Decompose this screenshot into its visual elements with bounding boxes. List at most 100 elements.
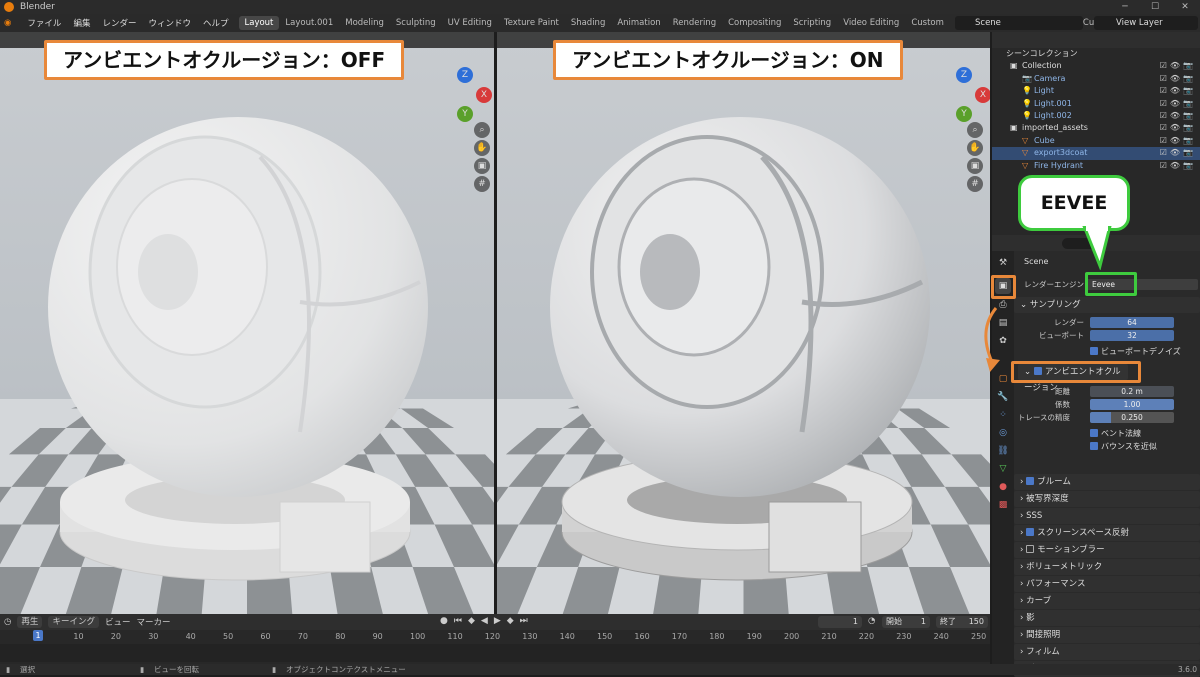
visibility-toggles-icon[interactable]: ☑👁📷 — [1160, 160, 1196, 172]
ao-trace-precision-field[interactable]: 0.250 — [1090, 412, 1174, 423]
outliner-row[interactable]: ▣ Collection ☑👁📷 — [992, 60, 1200, 72]
timeline-track[interactable]: 1 — [0, 630, 990, 662]
visibility-toggles-icon[interactable]: ☑👁📷 — [1160, 60, 1196, 72]
gizmo-z-icon[interactable]: Z — [457, 67, 473, 83]
outliner-row[interactable]: 💡 Light.001 ☑👁📷 — [992, 98, 1200, 110]
bent-normals-checkbox[interactable]: ベント法線 — [1090, 428, 1200, 439]
outliner-scene-collection[interactable]: シーンコレクション — [992, 48, 1200, 60]
particles-tab-icon[interactable]: ⁘ — [995, 407, 1011, 423]
maximize-button[interactable]: ☐ — [1140, 0, 1170, 14]
modifier-tab-icon[interactable]: 🔧 — [995, 389, 1011, 405]
visibility-toggles-icon[interactable]: ☑👁📷 — [1160, 147, 1196, 159]
jump-start-icon[interactable]: ⏮ — [454, 616, 462, 626]
menu-item[interactable]: ファイル — [21, 17, 67, 29]
workspace-tab[interactable]: Animation — [611, 16, 666, 30]
properties-panel-header[interactable]: › 間接照明 — [1014, 627, 1200, 643]
workspace-tab[interactable]: Scripting — [787, 16, 837, 30]
gizmo-z-icon[interactable]: Z — [956, 67, 972, 83]
bounce-approx-checkbox[interactable]: バウンスを近似 — [1090, 441, 1200, 452]
blender-menu-icon[interactable]: ◉ — [0, 18, 15, 28]
properties-panel-header[interactable]: › パフォーマンス — [1014, 576, 1200, 592]
clock-icon[interactable]: ◔ — [868, 616, 875, 626]
properties-panel-header[interactable]: › カーブ — [1014, 593, 1200, 609]
physics-tab-icon[interactable]: ◎ — [995, 425, 1011, 441]
workspace-tab[interactable]: Compositing — [722, 16, 787, 30]
next-key-icon[interactable]: ◆ — [507, 616, 514, 626]
panel-checkbox[interactable] — [1026, 545, 1035, 553]
outliner-row[interactable]: ▽ export3dcoat ☑👁📷 — [992, 147, 1200, 160]
properties-panel-header[interactable]: › スクリーンスペース反射 — [1014, 525, 1200, 541]
workspace-tab[interactable]: Layout.001 — [279, 16, 339, 30]
texture-tab-icon[interactable]: ▩ — [995, 497, 1011, 513]
current-frame-field[interactable]: 1 — [818, 616, 862, 628]
material-tab-icon[interactable]: ● — [995, 479, 1011, 495]
viewport-right[interactable]: アンビエントオクルージョン：ON Z X Y ⌕ ✋ ▣ # — [497, 32, 990, 614]
properties-panel-header[interactable]: › SSS — [1014, 508, 1200, 524]
outliner-row[interactable]: ▽ Cube ☑👁📷 — [992, 135, 1200, 147]
menu-item[interactable]: ヘルプ — [197, 17, 235, 29]
keying-menu[interactable]: キーイング — [48, 616, 99, 628]
zoom-icon[interactable]: ⌕ — [474, 122, 490, 138]
workspace-tab[interactable]: Modeling — [339, 16, 390, 30]
panel-checkbox[interactable] — [1026, 528, 1035, 536]
workspace-tab[interactable]: Layout — [238, 16, 280, 30]
timeline-view-menu[interactable]: ビュー — [105, 616, 131, 628]
visibility-toggles-icon[interactable]: ☑👁📷 — [1160, 73, 1196, 85]
constraints-tab-icon[interactable]: ⛓ — [995, 443, 1011, 459]
timeline-marker-menu[interactable]: マーカー — [136, 616, 170, 628]
playback-menu[interactable]: 再生 — [17, 616, 43, 628]
workspace-tab[interactable]: Video Editing — [837, 16, 905, 30]
sampling-viewport-field[interactable]: 32 — [1090, 330, 1174, 341]
play-reverse-icon[interactable]: ◀ — [481, 616, 488, 626]
ao-distance-field[interactable]: 0.2 m — [1090, 386, 1174, 397]
workspace-tab[interactable]: UV Editing — [442, 16, 498, 30]
workspace-tab[interactable]: Texture Paint — [498, 16, 565, 30]
minimize-button[interactable]: ─ — [1110, 0, 1140, 14]
play-icon[interactable]: ▶ — [494, 616, 501, 626]
sampling-render-field[interactable]: 64 — [1090, 317, 1174, 328]
data-tab-icon[interactable]: ▽ — [995, 461, 1011, 477]
view-layer-selector[interactable]: View Layer — [1094, 16, 1198, 30]
ao-factor-field[interactable]: 1.00 — [1090, 399, 1174, 410]
gizmo-y-icon[interactable]: Y — [457, 106, 473, 122]
properties-panel-header[interactable]: › 被写界深度 — [1014, 491, 1200, 507]
outliner-row[interactable]: 📷 Camera ☑👁📷 — [992, 73, 1200, 85]
visibility-toggles-icon[interactable]: ☑👁📷 — [1160, 122, 1196, 134]
outliner-row[interactable]: ▽ Fire Hydrant ☑👁📷 — [992, 160, 1200, 172]
grid-toggle-icon[interactable]: # — [967, 176, 983, 192]
end-frame-field[interactable]: 終了 150 — [936, 616, 988, 628]
timeline-ruler[interactable]: 1102030405060708090100110120130140150160… — [0, 630, 990, 644]
pan-hand-icon[interactable]: ✋ — [474, 140, 490, 156]
workspace-tab[interactable]: Custom — [905, 16, 950, 30]
start-frame-field[interactable]: 開始 1 — [882, 616, 930, 628]
zoom-icon[interactable]: ⌕ — [967, 122, 983, 138]
outliner-row[interactable]: 💡 Light.002 ☑👁📷 — [992, 110, 1200, 122]
visibility-toggles-icon[interactable]: ☑👁📷 — [1160, 110, 1196, 122]
record-icon[interactable]: ● — [440, 616, 448, 626]
scene-selector[interactable]: Scene — [955, 16, 1083, 30]
visibility-toggles-icon[interactable]: ☑👁📷 — [1160, 85, 1196, 97]
workspace-tab[interactable]: Shading — [565, 16, 612, 30]
grid-toggle-icon[interactable]: # — [474, 176, 490, 192]
visibility-toggles-icon[interactable]: ☑👁📷 — [1160, 98, 1196, 110]
gizmo-x-icon[interactable]: X — [975, 87, 990, 103]
properties-panel-header[interactable]: › モーションブラー — [1014, 542, 1200, 558]
prev-key-icon[interactable]: ◆ — [468, 616, 475, 626]
viewport-denoise-checkbox[interactable]: ビューポートデノイズ — [1090, 346, 1200, 357]
tool-tab-icon[interactable]: ⚒ — [995, 255, 1011, 271]
menu-item[interactable]: 編集 — [67, 17, 96, 29]
jump-end-icon[interactable]: ⏭ — [520, 616, 528, 626]
viewport-left[interactable]: アンビエントオクルージョン：OFF Z X Y ⌕ ✋ ▣ # — [0, 32, 494, 614]
workspace-tab[interactable]: Sculpting — [390, 16, 442, 30]
properties-panel-header[interactable]: › フィルム — [1014, 644, 1200, 660]
properties-panel-header[interactable]: › ボリューメトリック — [1014, 559, 1200, 575]
properties-panel-header[interactable]: › 影 — [1014, 610, 1200, 626]
properties-panel-header[interactable]: › ブルーム — [1014, 474, 1200, 490]
menu-item[interactable]: ウィンドウ — [142, 17, 197, 29]
gizmo-y-icon[interactable]: Y — [956, 106, 972, 122]
playhead[interactable]: 1 — [33, 630, 43, 641]
workspace-tab[interactable]: Rendering — [667, 16, 722, 30]
pan-hand-icon[interactable]: ✋ — [967, 140, 983, 156]
timeline-editor-icon[interactable]: ◷ — [4, 617, 11, 627]
visibility-toggles-icon[interactable]: ☑👁📷 — [1160, 135, 1196, 147]
